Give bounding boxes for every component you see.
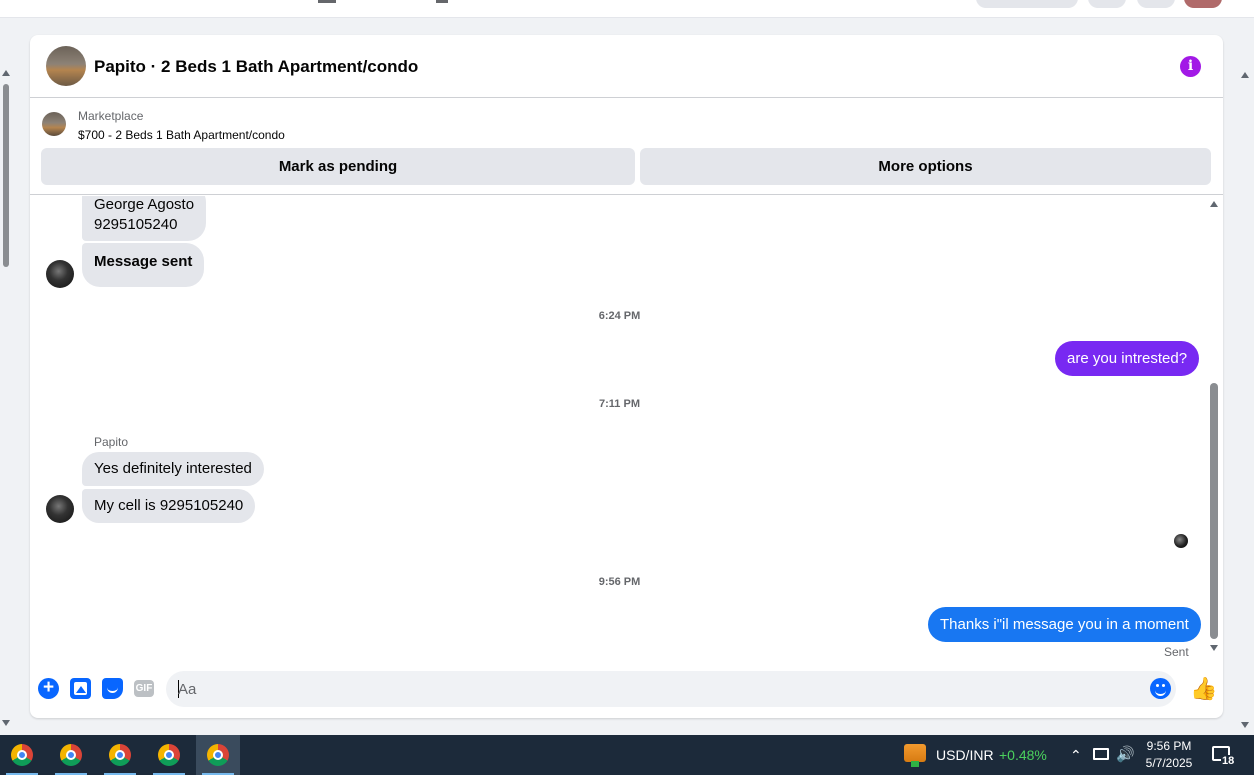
volume-icon[interactable]: 🔊 bbox=[1116, 745, 1135, 763]
taskbar-chrome-3[interactable] bbox=[98, 735, 142, 775]
taskbar-chrome-2[interactable] bbox=[49, 735, 93, 775]
chrome-icon bbox=[158, 744, 180, 766]
message-composer: + GIF 👍 bbox=[30, 666, 1223, 718]
sender-name: Papito bbox=[94, 435, 129, 449]
message-bubble-received[interactable]: Message sent bbox=[82, 243, 205, 287]
contact-avatar[interactable] bbox=[46, 495, 74, 523]
chrome-icon bbox=[11, 744, 33, 766]
clock-date[interactable]: 5/7/2025 bbox=[1142, 756, 1196, 770]
chat-panel: Papito · 2 Beds 1 Bath Apartment/condo i… bbox=[30, 35, 1223, 718]
chat-scrollbar[interactable] bbox=[1209, 199, 1221, 659]
profile-avatar[interactable] bbox=[1184, 0, 1222, 8]
plus-icon[interactable]: + bbox=[38, 678, 59, 699]
message-text: Thanks i"il message you in a moment bbox=[940, 616, 1189, 633]
page-scroll-thumb[interactable] bbox=[3, 84, 9, 267]
info-icon[interactable]: i bbox=[1180, 56, 1201, 77]
taskbar-chrome-5[interactable] bbox=[196, 735, 240, 775]
message-text: Message sent bbox=[94, 253, 193, 270]
chrome-icon bbox=[60, 744, 82, 766]
chat-scroll-down-arrow-icon[interactable] bbox=[1210, 645, 1218, 651]
message-input[interactable] bbox=[178, 671, 1138, 707]
chat-header: Papito · 2 Beds 1 Bath Apartment/condo i bbox=[30, 35, 1223, 98]
top-search-pill[interactable] bbox=[976, 0, 1078, 8]
ticker-name[interactable]: USD/INR bbox=[936, 747, 994, 763]
top-nav-strip bbox=[0, 0, 1254, 18]
listing-source: Marketplace bbox=[78, 109, 144, 123]
emoji-icon[interactable] bbox=[1150, 678, 1171, 699]
contact-avatar[interactable] bbox=[46, 260, 74, 288]
message-text-name: George Agosto bbox=[94, 196, 195, 213]
message-input-box[interactable] bbox=[166, 671, 1176, 707]
clock-time[interactable]: 9:56 PM bbox=[1142, 739, 1196, 753]
message-bubble-received[interactable]: My cell is 9295105240 bbox=[82, 489, 256, 523]
gif-icon[interactable]: GIF bbox=[134, 680, 154, 697]
page-scrollbar[interactable] bbox=[0, 70, 14, 730]
listing-thumbnail[interactable] bbox=[42, 112, 66, 136]
timestamp: 6:24 PM bbox=[598, 310, 641, 322]
delivery-status: Sent bbox=[1164, 645, 1189, 659]
network-icon[interactable] bbox=[1093, 748, 1109, 760]
scroll-down-arrow-icon[interactable] bbox=[2, 720, 10, 726]
scroll-up-arrow-icon[interactable] bbox=[2, 70, 10, 76]
message-bubble-sent[interactable]: Thanks i"il message you in a moment bbox=[928, 607, 1201, 642]
chrome-icon bbox=[207, 744, 229, 766]
sticker-icon[interactable] bbox=[102, 678, 123, 699]
listing-avatar[interactable] bbox=[46, 46, 86, 86]
message-bubble-sent[interactable]: are you intrested? bbox=[1055, 341, 1200, 376]
marketplace-listing-bar: Marketplace $700 - 2 Beds 1 Bath Apartme… bbox=[30, 99, 1223, 195]
notification-count: 18 bbox=[1221, 755, 1236, 767]
menu-button[interactable] bbox=[1088, 0, 1126, 8]
right-scroll-up-arrow-icon[interactable] bbox=[1241, 72, 1249, 78]
message-bubble-contact[interactable]: George Agosto 9295105240 bbox=[82, 196, 207, 241]
listing-name[interactable]: $700 - 2 Beds 1 Bath Apartment/condo bbox=[78, 128, 285, 142]
chat-scroll-up-arrow-icon[interactable] bbox=[1210, 201, 1218, 207]
message-text: are you intrested? bbox=[1067, 350, 1188, 367]
ticker-change[interactable]: +0.48% bbox=[999, 747, 1047, 763]
photo-icon[interactable] bbox=[70, 678, 91, 699]
chat-scroll-thumb[interactable] bbox=[1210, 383, 1218, 639]
message-text: Yes definitely interested bbox=[94, 460, 252, 477]
chat-title[interactable]: Papito · 2 Beds 1 Bath Apartment/condo bbox=[94, 57, 418, 77]
mark-as-pending-button[interactable]: Mark as pending bbox=[41, 148, 635, 185]
read-receipt-avatar bbox=[1174, 534, 1188, 548]
timestamp: 7:11 PM bbox=[599, 398, 640, 410]
chrome-icon bbox=[109, 744, 131, 766]
more-options-button[interactable]: More options bbox=[640, 148, 1211, 185]
taskbar-chrome-1[interactable] bbox=[0, 735, 44, 775]
timestamp: 9:56 PM bbox=[598, 576, 641, 588]
taskbar: USD/INR +0.48% ⌃ 🔊 9:56 PM 5/7/2025 18 bbox=[0, 735, 1254, 775]
message-text: My cell is 9295105240 bbox=[94, 497, 244, 514]
taskbar-chrome-4[interactable] bbox=[147, 735, 191, 775]
message-list: George Agosto 9295105240 Message sent 6:… bbox=[30, 196, 1223, 666]
message-text-phone: 9295105240 bbox=[94, 216, 178, 233]
thumbs-up-icon[interactable]: 👍 bbox=[1190, 678, 1217, 700]
stock-ticker-icon[interactable] bbox=[904, 744, 926, 767]
nav-home-icon[interactable] bbox=[318, 0, 336, 3]
right-scroll-down-arrow-icon[interactable] bbox=[1241, 722, 1249, 728]
messenger-button[interactable] bbox=[1137, 0, 1175, 8]
message-bubble-received[interactable]: Yes definitely interested bbox=[82, 452, 264, 486]
nav-video-icon[interactable] bbox=[436, 0, 448, 3]
chevron-up-icon[interactable]: ⌃ bbox=[1070, 747, 1082, 764]
